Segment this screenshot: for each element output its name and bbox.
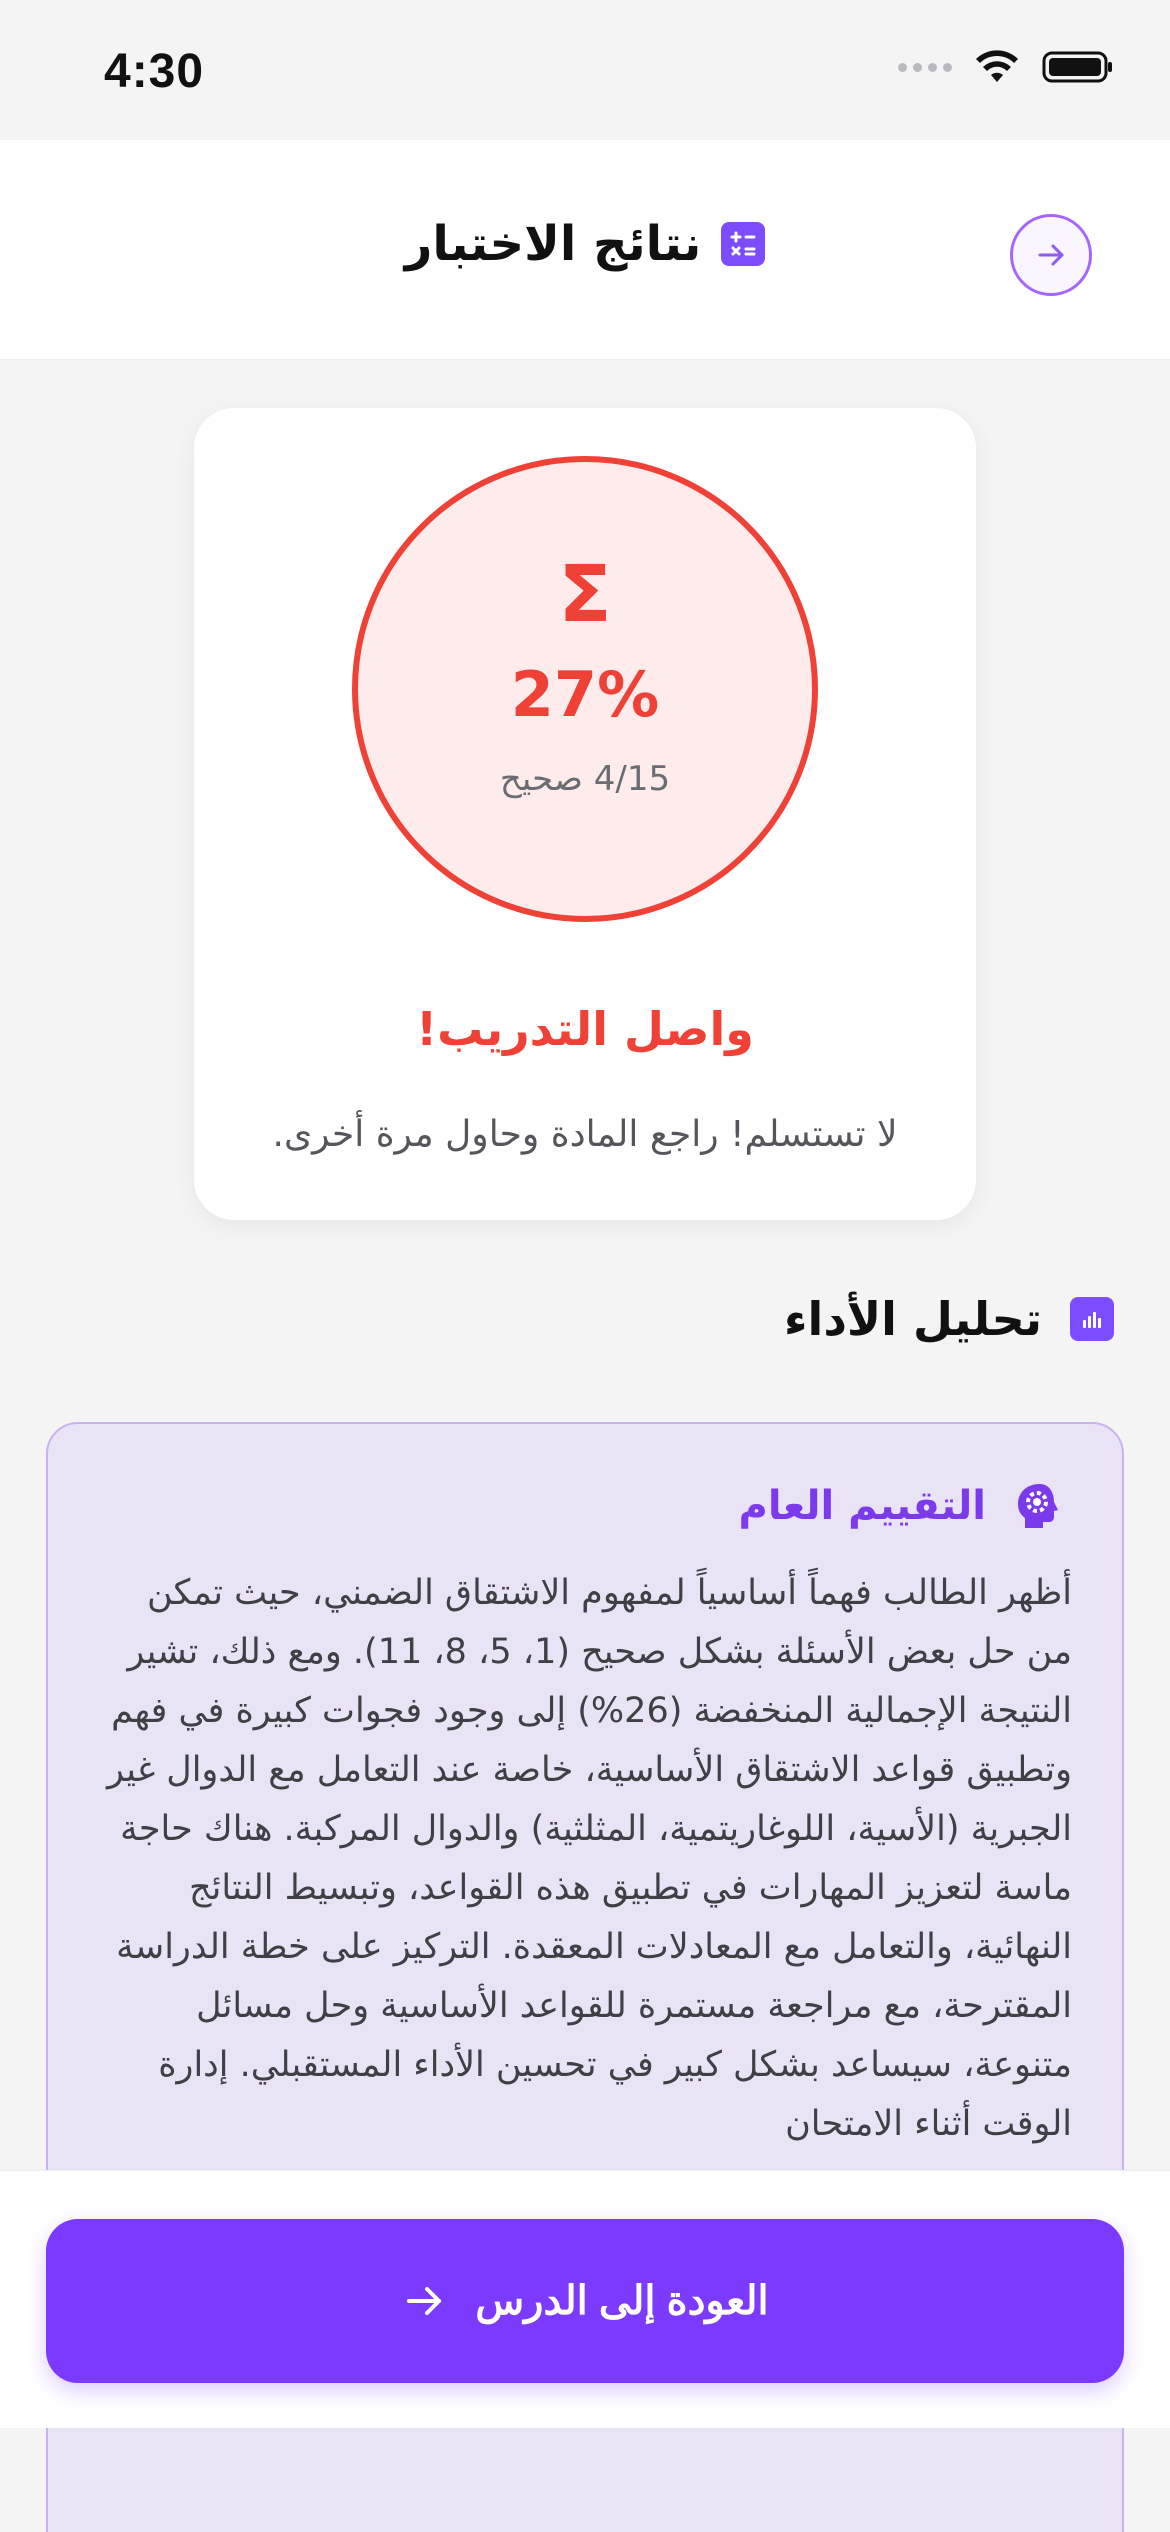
brain-gear-icon	[1018, 1484, 1058, 1528]
analysis-card-title: التقييم العام	[738, 1483, 986, 1529]
arrow-right-icon	[407, 2287, 442, 2315]
section-title: تحليل الأداء	[784, 1292, 1042, 1346]
back-button[interactable]	[1010, 214, 1092, 296]
status-icons	[898, 50, 1114, 84]
app-header: نتائج الاختبار	[0, 140, 1170, 360]
correct-count: 4/15 صحيح	[499, 759, 671, 799]
header-title-group: نتائج الاختبار	[0, 216, 1170, 272]
score-card: Ʃ 27% 4/15 صحيح واصل التدريب! لا تستسلم!…	[194, 408, 976, 1220]
result-headline: واصل التدريب!	[416, 1002, 754, 1056]
status-time: 4:30	[104, 45, 205, 98]
battery-icon	[1042, 51, 1112, 83]
sigma-icon: Ʃ	[558, 550, 612, 640]
back-to-lesson-label: العودة إلى الدرس	[475, 2279, 769, 2323]
analysis-body-text: أظهر الطالب فهماً أساسياً لمفهوم الاشتقا…	[106, 1573, 1072, 2144]
page-title: نتائج الاختبار	[404, 216, 702, 272]
score-percent: 27%	[510, 658, 660, 731]
status-bar: 4:30	[0, 0, 1170, 140]
bottom-action-bar: العودة إلى الدرس	[0, 2170, 1170, 2428]
analysis-card-header: التقييم العام	[739, 1478, 1066, 1534]
back-to-lesson-button[interactable]: العودة إلى الدرس	[46, 2219, 1124, 2383]
arrow-right-icon	[1038, 244, 1064, 266]
score-circle: Ʃ 27% 4/15 صحيح	[352, 456, 818, 922]
cellular-signal-icon	[898, 62, 952, 72]
calculator-icon	[721, 222, 766, 266]
result-message: لا تستسلم! راجع المادة وحاول مرة أخرى.	[272, 1114, 898, 1155]
performance-section-heading: تحليل الأداء	[784, 1292, 1114, 1346]
bar-chart-icon	[1070, 1297, 1114, 1341]
quiz-results-screen: 4:30 نتائج الاختبار Ʃ 27% 4/15 صحيح واصل…	[0, 0, 1170, 2532]
wifi-icon	[976, 50, 1018, 82]
